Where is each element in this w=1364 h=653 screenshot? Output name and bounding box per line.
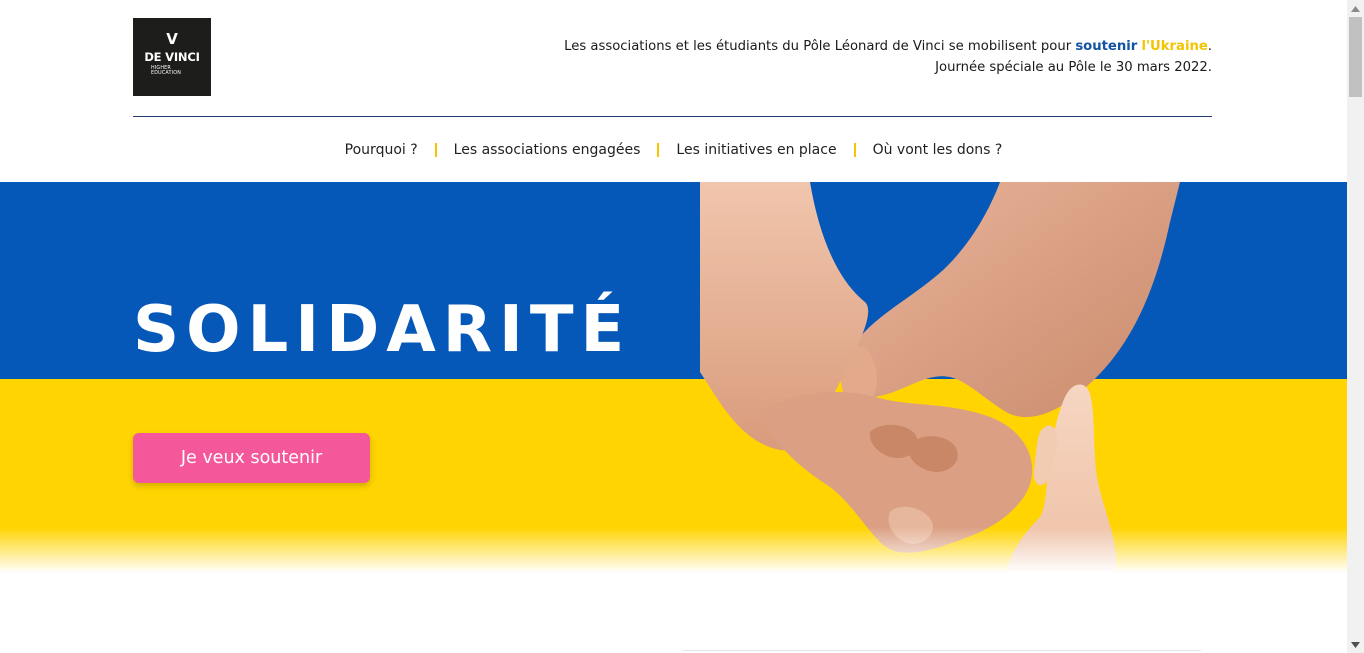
logo-sub-2: EDUCATION xyxy=(151,71,182,76)
tagline-line-1: Les associations et les étudiants du Pôl… xyxy=(564,36,1212,57)
hero-title: SOLIDARITÉ xyxy=(133,293,632,367)
nav-item-pourquoi[interactable]: Pourquoi ? xyxy=(345,138,418,162)
hero-banner: SOLIDARITÉ Je veux soutenir xyxy=(0,182,1347,577)
header-divider xyxy=(133,116,1212,117)
page-scrollbar[interactable] xyxy=(1347,0,1364,653)
scroll-up-arrow-icon[interactable] xyxy=(1347,0,1364,17)
nav-item-associations[interactable]: Les associations engagées xyxy=(454,138,641,162)
tagline-soutenir: soutenir xyxy=(1075,39,1138,54)
logo-name: DE VINCI xyxy=(144,50,200,64)
tagline-line-2: Journée spéciale au Pôle le 30 mars 2022… xyxy=(935,60,1212,75)
tagline-ukraine: l'Ukraine xyxy=(1141,39,1208,54)
scroll-thumb[interactable] xyxy=(1349,17,1362,97)
support-button[interactable]: Je veux soutenir xyxy=(133,433,370,483)
nav-separator xyxy=(434,143,437,157)
page: V DE VINCI HIGHER EDUCATION Les associat… xyxy=(0,0,1347,653)
nav-item-initiatives[interactable]: Les initiatives en place xyxy=(676,138,836,162)
nav-item-dons[interactable]: Où vont les dons ? xyxy=(873,138,1003,162)
devinci-logo[interactable]: V DE VINCI HIGHER EDUCATION xyxy=(133,18,211,96)
content-divider xyxy=(683,650,1201,651)
logo-mark: V xyxy=(166,30,178,48)
scroll-down-arrow-icon[interactable] xyxy=(1347,636,1364,653)
tagline-text: Les associations et les étudiants du Pôl… xyxy=(564,39,1076,54)
tagline-period: . xyxy=(1207,39,1212,54)
nav-separator xyxy=(657,143,660,157)
header-tagline: Les associations et les étudiants du Pôl… xyxy=(564,36,1212,78)
nav-separator xyxy=(853,143,856,157)
hero-bottom-fade xyxy=(0,527,1347,577)
hands-image xyxy=(700,182,1180,577)
main-nav: Pourquoi ? Les associations engagées Les… xyxy=(0,138,1347,162)
